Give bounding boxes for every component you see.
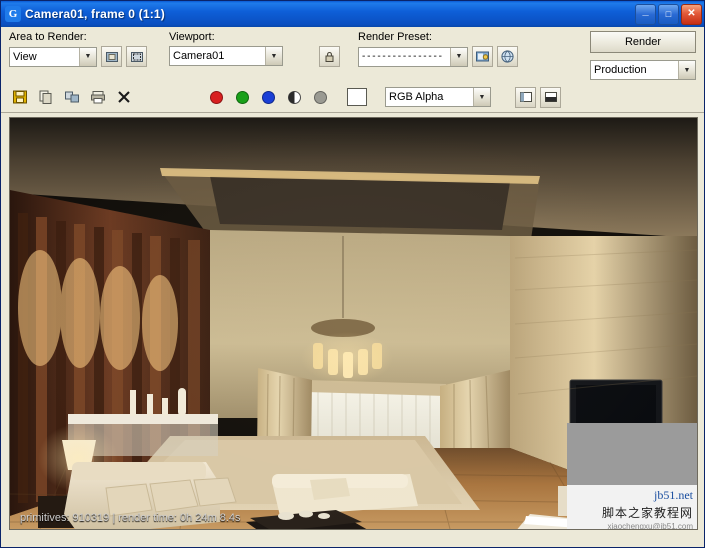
render-frame-icon: G bbox=[5, 6, 21, 22]
viewport-combo[interactable]: Camera01 ▼ bbox=[169, 46, 283, 66]
viewport-label: Viewport: bbox=[169, 31, 215, 43]
render-mode-combo[interactable]: Production ▼ bbox=[590, 60, 696, 80]
toggle-ui-overlay-icon bbox=[519, 92, 532, 102]
save-bitmap-button[interactable] bbox=[9, 86, 31, 108]
enable-green-channel-button[interactable] bbox=[231, 86, 253, 108]
duplicate-view-button[interactable] bbox=[540, 86, 561, 108]
channel-display-value: RGB Alpha bbox=[389, 91, 444, 103]
print-bitmap-button[interactable] bbox=[87, 86, 109, 108]
close-button[interactable]: ✕ bbox=[681, 3, 702, 25]
render-actions: Render Production ▼ bbox=[590, 31, 698, 80]
edit-region-icon bbox=[130, 51, 143, 62]
image-toolbar: RGB Alpha ▼ bbox=[1, 83, 704, 113]
viewport-lock-spacer bbox=[319, 31, 340, 43]
rendered-frame-window: G Camera01, frame 0 (1:1) _ □ ✕ Area to … bbox=[0, 0, 705, 548]
rendered-image-pane[interactable]: jb51.net 脚本之家教程网 xiaochengxu@jb51.com pr… bbox=[9, 117, 698, 530]
lock-viewport-icon bbox=[325, 51, 334, 62]
watermark-grey-block bbox=[567, 423, 697, 485]
viewport-value: Camera01 bbox=[173, 50, 225, 62]
viewport-group: Viewport: Camera01 ▼ bbox=[169, 31, 305, 66]
duplicate-view-icon bbox=[544, 92, 557, 102]
window-title: Camera01, frame 0 (1:1) bbox=[25, 7, 166, 21]
title-bar: G Camera01, frame 0 (1:1) _ □ ✕ bbox=[1, 1, 704, 27]
save-bitmap-icon bbox=[13, 90, 27, 104]
display-alpha-channel-button[interactable] bbox=[283, 86, 305, 108]
minimize-icon: _ bbox=[642, 5, 649, 17]
enable-red-channel-button[interactable] bbox=[205, 86, 227, 108]
enable-green-channel-icon bbox=[235, 90, 249, 104]
channel-display-combo[interactable]: RGB Alpha ▼ bbox=[385, 87, 491, 107]
area-to-render-group: Area to Render: View ▼ bbox=[9, 31, 155, 67]
edit-region-button[interactable] bbox=[126, 46, 147, 67]
copy-bitmap-icon bbox=[39, 90, 52, 104]
render-preset-combo[interactable]: - - - - - - - - - - - - - - - - ▼ bbox=[358, 46, 468, 67]
auto-region-selected-button[interactable] bbox=[101, 46, 122, 67]
render-mode-value: Production bbox=[594, 64, 647, 76]
environment-and-effects-icon bbox=[501, 50, 514, 63]
render-setup-button[interactable] bbox=[472, 46, 493, 67]
area-to-render-value: View bbox=[13, 50, 37, 63]
maximize-icon: □ bbox=[665, 8, 672, 19]
render-toolbar: Area to Render: View ▼ Viewport: Camera0… bbox=[1, 27, 704, 83]
enable-red-channel-icon bbox=[209, 90, 223, 104]
chevron-down-icon: ▼ bbox=[79, 47, 96, 66]
display-alpha-channel-icon bbox=[287, 90, 301, 104]
toggle-ui-overlay-button[interactable] bbox=[515, 86, 536, 108]
auto-region-selected-icon bbox=[105, 51, 118, 62]
clear-icon bbox=[118, 91, 130, 103]
clear-button[interactable] bbox=[113, 86, 135, 108]
render-status-text: primitives: 910319 | render time: 0h 24m… bbox=[20, 512, 241, 524]
chevron-down-icon: ▼ bbox=[678, 61, 695, 79]
minimize-button[interactable]: _ bbox=[635, 3, 656, 25]
render-preset-group: Render Preset: - - - - - - - - - - - - -… bbox=[358, 31, 548, 67]
copy-bitmap-button[interactable] bbox=[35, 86, 57, 108]
area-to-render-label: Area to Render: bbox=[9, 31, 87, 43]
viewport-lock-group bbox=[319, 31, 340, 67]
monochrome-button[interactable] bbox=[309, 86, 331, 108]
render-setup-icon bbox=[476, 51, 489, 62]
monochrome-icon bbox=[313, 90, 327, 104]
enable-blue-channel-button[interactable] bbox=[257, 86, 279, 108]
render-preset-label: Render Preset: bbox=[358, 31, 432, 43]
environment-and-effects-button[interactable] bbox=[497, 46, 518, 67]
lock-viewport-button[interactable] bbox=[319, 46, 340, 67]
chevron-down-icon: ▼ bbox=[265, 47, 282, 65]
render-preset-value: - - - - - - - - - - - - - - - - bbox=[362, 51, 442, 62]
maximize-button[interactable]: □ bbox=[658, 3, 679, 25]
print-bitmap-icon bbox=[91, 91, 105, 104]
clone-rendered-frame-window-icon bbox=[65, 91, 79, 103]
watermark-site: jb51.net bbox=[654, 488, 693, 502]
close-icon: ✕ bbox=[687, 8, 696, 19]
area-to-render-combo[interactable]: View ▼ bbox=[9, 46, 97, 67]
clone-rendered-frame-window-button[interactable] bbox=[61, 86, 83, 108]
chevron-down-icon: ▼ bbox=[473, 88, 490, 106]
render-button[interactable]: Render bbox=[590, 31, 696, 53]
color-swatch[interactable] bbox=[347, 88, 367, 106]
chevron-down-icon: ▼ bbox=[450, 47, 467, 66]
enable-blue-channel-icon bbox=[261, 90, 275, 104]
window-controls: _ □ ✕ bbox=[635, 3, 702, 25]
